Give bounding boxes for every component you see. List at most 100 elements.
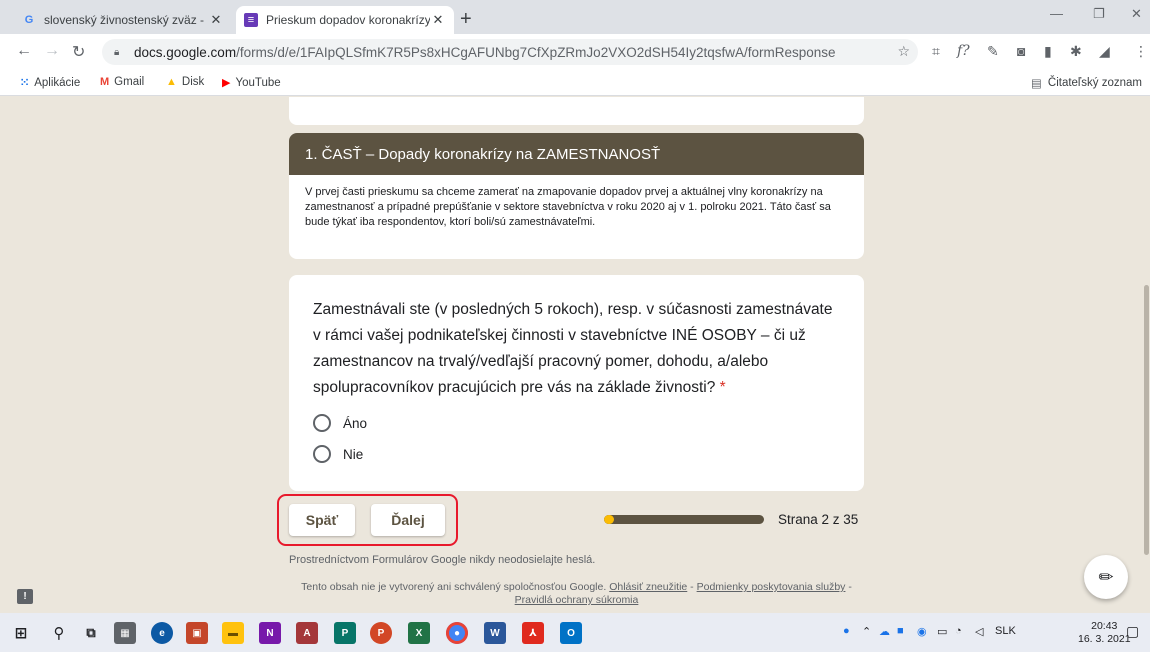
reading-list-icon: ▤ — [1031, 78, 1042, 90]
edit-pencil-icon[interactable]: ✏ — [1084, 555, 1128, 599]
back-button[interactable]: Späť — [289, 504, 355, 536]
browser-toolbar: ← → ↻ 🔒︎ docs.google.com/forms/d/e/1FAIp… — [0, 34, 1150, 70]
link-separator: - — [845, 581, 852, 593]
tab-strip: G slovenský živnostenský zväz - HĽ ✕ ≡ P… — [0, 0, 1150, 34]
section-title: 1. ČASŤ – Dopady koronakrízy na ZAMESTNA… — [289, 133, 864, 175]
help-icon[interactable]: ● — [843, 625, 850, 637]
word-icon[interactable]: W — [484, 622, 506, 644]
close-window-icon[interactable]: ✕ — [1131, 6, 1142, 22]
bookmark-label: Gmail — [114, 76, 145, 88]
screenshot-extension-icon[interactable]: ⌗ — [932, 43, 940, 60]
bookmark-youtube[interactable]: ▶ YouTube — [222, 76, 281, 90]
battery-icon[interactable]: ▭ — [937, 625, 947, 638]
radio-option-nie[interactable]: Nie — [313, 445, 840, 463]
color-picker-icon[interactable]: ✎ — [987, 43, 999, 60]
task-view-icon[interactable]: ⧉ — [80, 622, 102, 644]
report-abuse-link[interactable]: Ohlásiť zneužitie — [609, 581, 687, 593]
option-label: Áno — [343, 415, 368, 431]
radio-button[interactable] — [313, 414, 331, 432]
close-tab-icon[interactable]: ✕ — [208, 12, 224, 28]
extension-icon[interactable]: ▮ — [1044, 43, 1052, 60]
question-card: Zamestnávali ste (v posledných 5 rokoch)… — [289, 275, 864, 491]
acrobat-icon[interactable]: ⅄ — [522, 622, 544, 644]
required-asterisk: * — [719, 379, 726, 396]
bookmark-label: Aplikácie — [34, 76, 81, 89]
onenote-icon[interactable]: N — [259, 622, 281, 644]
url-path: /forms/d/e/1FAIpQLSfmK7R5Ps8xHCgAFUNbg7C… — [236, 44, 836, 60]
disclaimer-text: Tento obsah nie je vytvorený ani schvále… — [301, 581, 607, 593]
google-disclaimer: Tento obsah nie je vytvorený ani schvále… — [289, 581, 864, 607]
puzzle-icon[interactable]: ✱ — [1070, 43, 1082, 60]
notifications-icon[interactable]: ▢ — [1126, 623, 1139, 640]
option-label: Nie — [343, 446, 364, 462]
profile-icon[interactable]: ◢ — [1099, 43, 1110, 60]
tab-google-search[interactable]: G slovenský živnostenský zväz - HĽ ✕ — [14, 6, 232, 34]
access-icon[interactable]: A — [296, 622, 318, 644]
chrome-icon[interactable]: ● — [446, 622, 468, 644]
close-tab-icon[interactable]: ✕ — [430, 12, 446, 28]
question-label: Zamestnávali ste (v posledných 5 rokoch)… — [313, 301, 833, 396]
lock-icon: 🔒︎ — [114, 46, 120, 58]
powerpoint-icon[interactable]: P — [370, 622, 392, 644]
bookmark-label: Disk — [181, 76, 205, 88]
radio-option-ano[interactable]: Áno — [313, 414, 840, 432]
drive-icon: ▲ — [166, 76, 177, 88]
restore-icon[interactable]: ❐ — [1093, 6, 1105, 22]
section-description: V prvej časti prieskumu sa chceme zamera… — [305, 186, 831, 228]
reading-list[interactable]: ▤ Čitateľský zoznam — [1031, 76, 1142, 90]
volume-icon[interactable]: ◁ — [975, 625, 983, 638]
link-separator: - — [687, 581, 697, 593]
onedrive-icon[interactable]: ☁ — [879, 625, 890, 638]
app-tray-icon[interactable]: ◉ — [917, 625, 927, 638]
windows-taskbar: ⊞ ⚲ ⧉ ▦ e ▣ ▬ N A P P X ● W ⅄ O ● ⌃ ☁ ■ … — [0, 613, 1150, 652]
menu-kebab-icon[interactable]: ⋮ — [1134, 43, 1148, 60]
reading-list-label: Čitateľský zoznam — [1047, 77, 1142, 89]
store-icon[interactable]: ▣ — [186, 622, 208, 644]
tray-chevron-icon[interactable]: ⌃ — [862, 625, 871, 638]
terms-link[interactable]: Podmienky poskytovania služby — [697, 581, 846, 593]
bookmark-drive[interactable]: ▲ Disk — [166, 76, 204, 88]
tab-title: Prieskum dopadov koronakrízy n — [266, 13, 430, 27]
publisher-icon[interactable]: P — [334, 622, 356, 644]
scrollbar-thumb[interactable] — [1144, 285, 1149, 555]
bookmark-apps[interactable]: ⁙ Aplikácie — [20, 76, 81, 90]
calculator-icon[interactable]: ▦ — [114, 622, 136, 644]
outlook-icon[interactable]: O — [560, 622, 582, 644]
excel-icon[interactable]: X — [408, 622, 430, 644]
password-warning: Prostredníctvom Formulárov Google nikdy … — [289, 554, 596, 566]
progress-label: Strana 2 z 35 — [778, 512, 859, 527]
formula-extension-icon[interactable]: f? — [957, 43, 970, 59]
language-indicator[interactable]: SLK — [995, 625, 1016, 637]
next-button[interactable]: Ďalej — [371, 504, 445, 536]
windows-start-icon[interactable]: ⊞ — [10, 622, 32, 644]
search-icon[interactable]: ⚲ — [48, 622, 70, 644]
camera-icon[interactable]: ◙ — [1017, 43, 1025, 59]
apps-grid-icon: ⁙ — [20, 77, 30, 89]
feedback-icon[interactable]: ! — [17, 589, 33, 604]
file-explorer-icon[interactable]: ▬ — [222, 622, 244, 644]
question-text: Zamestnávali ste (v posledných 5 rokoch)… — [313, 297, 840, 401]
progress-bar — [604, 515, 764, 524]
radio-button[interactable] — [313, 445, 331, 463]
youtube-icon: ▶ — [222, 77, 231, 89]
bookmark-label: YouTube — [235, 76, 281, 89]
google-g-icon: G — [24, 14, 34, 26]
teams-icon[interactable]: ■ — [897, 625, 904, 637]
new-tab-button[interactable]: + — [460, 8, 472, 31]
minimize-icon[interactable]: — — [1050, 6, 1063, 21]
edge-icon[interactable]: e — [151, 622, 173, 644]
reload-icon[interactable]: ↻ — [72, 42, 85, 62]
tab-google-form[interactable]: ≡ Prieskum dopadov koronakrízy n ✕ — [236, 6, 454, 34]
bookmark-gmail[interactable]: M Gmail — [100, 76, 144, 88]
address-bar[interactable]: 🔒︎ docs.google.com/forms/d/e/1FAIpQLSfmK… — [102, 39, 918, 65]
privacy-link[interactable]: Pravidlá ochrany súkromia — [515, 594, 639, 606]
bookmark-star-icon[interactable]: ☆ — [897, 43, 910, 60]
google-forms-icon: ≡ — [244, 13, 258, 27]
clock-date: 16. 3. 2021 — [1078, 633, 1131, 645]
forward-arrow-icon[interactable]: → — [44, 42, 60, 60]
form-page: 1. ČASŤ – Dopady koronakrízy na ZAMESTNA… — [0, 97, 1150, 613]
wifi-icon[interactable]: ◔ — [955, 625, 962, 637]
previous-card — [289, 97, 864, 125]
back-arrow-icon[interactable]: ← — [16, 42, 32, 60]
system-clock[interactable]: 20:43 16. 3. 2021 — [1078, 620, 1131, 646]
